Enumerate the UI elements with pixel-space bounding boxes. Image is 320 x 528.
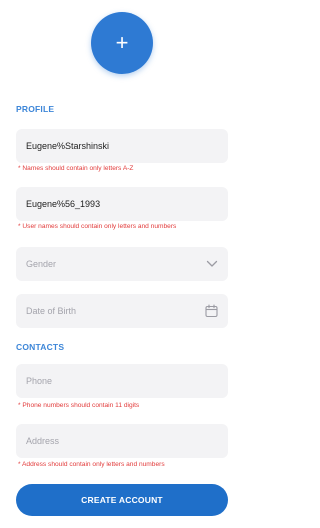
phone-placeholder: Phone	[26, 376, 53, 386]
name-value: Eugene%Starshinski	[26, 141, 110, 151]
date-of-birth-placeholder: Date of Birth	[26, 306, 77, 316]
phone-field[interactable]: Phone	[16, 364, 228, 398]
username-error: * User names should contain only letters…	[18, 223, 177, 230]
username-value: Eugene%56_1993	[26, 199, 101, 209]
plus-icon: +	[115, 30, 129, 55]
chevron-down-icon	[206, 260, 218, 268]
calendar-icon[interactable]	[205, 304, 218, 318]
phone-error: * Phone numbers should contain 11 digits	[18, 402, 140, 409]
name-field[interactable]: Eugene%Starshinski	[16, 129, 228, 163]
gender-placeholder: Gender	[26, 259, 57, 269]
profile-section-label: PROFILE	[16, 104, 55, 114]
address-placeholder: Address	[26, 436, 60, 446]
create-account-button[interactable]: CREATE ACCOUNT	[16, 484, 228, 516]
gender-select[interactable]: Gender	[16, 247, 228, 281]
address-field[interactable]: Address	[16, 424, 228, 458]
date-of-birth-field[interactable]: Date of Birth	[16, 294, 228, 328]
username-field[interactable]: Eugene%56_1993	[16, 187, 228, 221]
contacts-section-label: CONTACTS	[16, 342, 65, 352]
add-photo-button[interactable]: +	[91, 12, 153, 74]
address-error: * Address should contain only letters an…	[18, 461, 165, 468]
name-error: * Names should contain only letters A-Z	[18, 165, 134, 172]
create-account-label: CREATE ACCOUNT	[81, 495, 163, 505]
